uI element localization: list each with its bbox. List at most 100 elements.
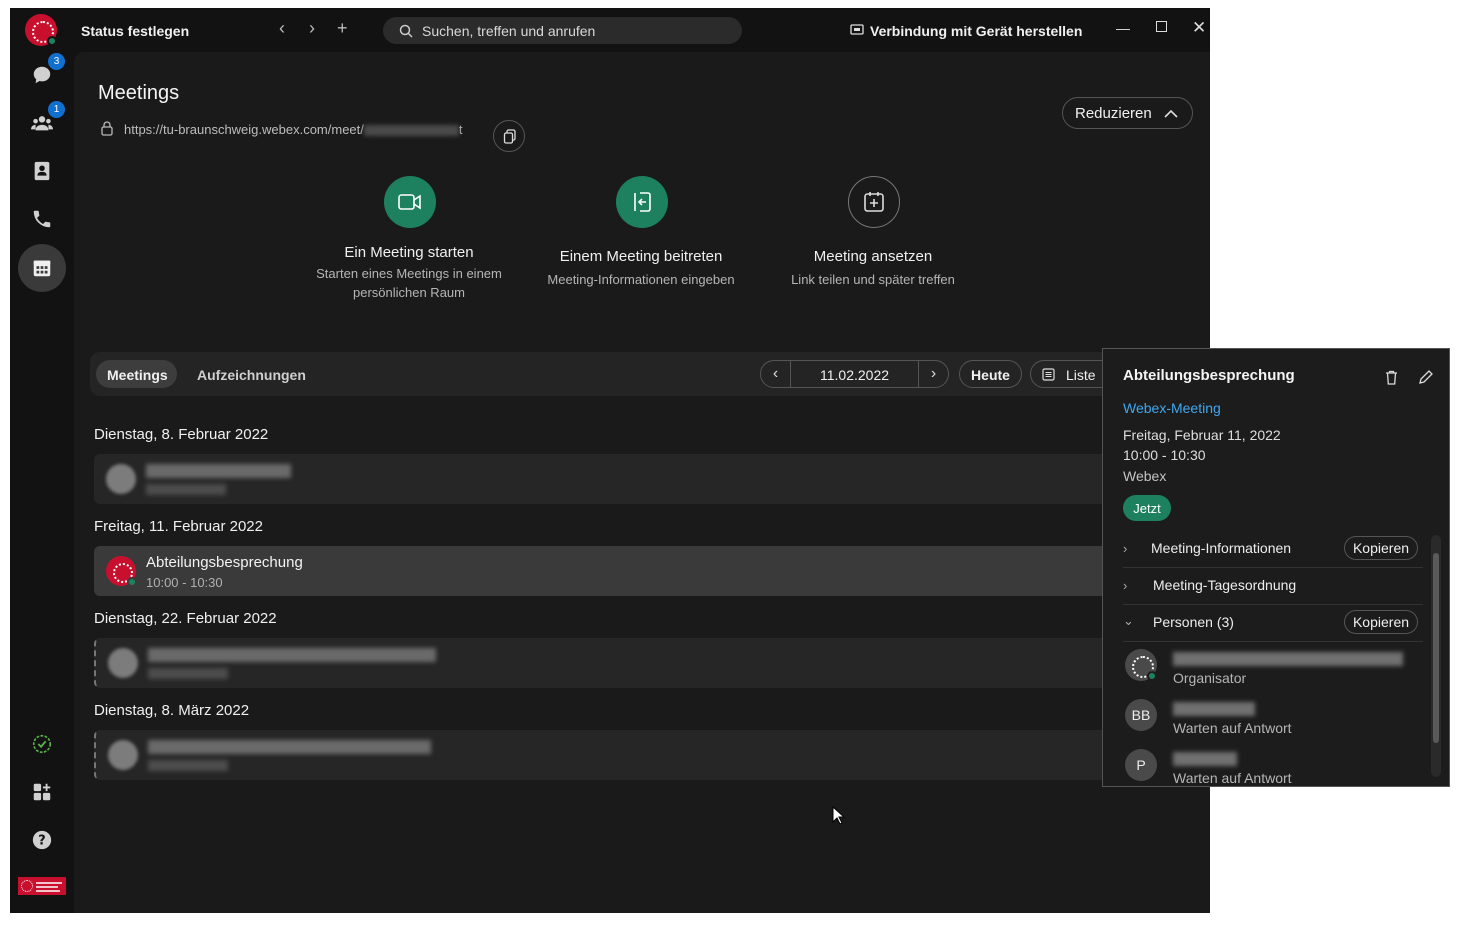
tab-meetings[interactable]: Meetings	[96, 360, 177, 388]
redacted-time	[146, 484, 226, 495]
meeting-row-selected[interactable]: Abteilungsbesprechung 10:00 - 10:30	[94, 546, 1124, 596]
back-arrow-icon[interactable]: ‹	[279, 18, 285, 39]
tab-recordings[interactable]: Aufzeichnungen	[197, 367, 306, 383]
meeting-location: Webex	[1123, 468, 1167, 484]
redacted-title	[148, 648, 436, 662]
copy-icon	[503, 129, 516, 144]
profile-avatar[interactable]	[25, 14, 57, 46]
section-people[interactable]: ⌄ Personen (3) Kopieren	[1123, 605, 1423, 642]
current-date[interactable]: 11.02.2022	[791, 367, 918, 383]
person-role: Warten auf Antwort	[1173, 770, 1292, 786]
contacts-icon	[34, 161, 50, 181]
schedule-meeting-button[interactable]	[848, 176, 900, 228]
popover-scrollbar[interactable]	[1431, 535, 1441, 777]
chevron-up-icon	[1164, 109, 1178, 118]
online-indicator	[1147, 671, 1157, 681]
meetings-nav[interactable]	[18, 244, 66, 292]
join-arrow-icon	[634, 192, 651, 212]
meeting-row[interactable]	[94, 638, 1124, 688]
avatar	[106, 464, 136, 494]
device-icon	[850, 24, 864, 35]
redacted-text	[363, 125, 459, 137]
connect-device-button[interactable]: Verbindung mit Gerät herstellen	[870, 23, 1082, 39]
meeting-title: Abteilungsbesprechung	[146, 554, 303, 571]
schedule-meeting-subtitle: Link teilen und später treffen	[791, 272, 955, 287]
minimize-icon[interactable]: —	[1116, 20, 1130, 36]
teams-badge: 1	[48, 101, 65, 118]
person-item[interactable]: Organisator	[1123, 649, 1423, 695]
plus-icon[interactable]: +	[337, 18, 348, 39]
status-label[interactable]: Status festlegen	[81, 23, 189, 39]
day-heading: Freitag, 11. Februar 2022	[94, 518, 263, 535]
redacted-time	[148, 668, 228, 679]
meeting-row[interactable]	[94, 730, 1124, 780]
copy-info-button[interactable]: Kopieren	[1344, 536, 1418, 560]
status-nav[interactable]	[18, 720, 66, 768]
university-logo	[18, 877, 66, 895]
title-bar: Status festlegen ‹ › + Suchen, treffen u…	[74, 8, 1210, 52]
person-item[interactable]: P Warten auf Antwort	[1123, 749, 1423, 786]
personal-room-url: https://tu-braunschweig.webex.com/meet/t	[124, 122, 463, 137]
chevron-right-icon: ›	[1123, 578, 1128, 593]
schedule-meeting-action[interactable]: Meeting ansetzen Link teilen und später …	[768, 176, 978, 306]
mouse-cursor-icon	[832, 806, 844, 825]
meeting-date: Freitag, Februar 11, 2022	[1123, 427, 1281, 443]
person-role: Warten auf Antwort	[1173, 720, 1292, 736]
delete-icon[interactable]	[1385, 370, 1398, 385]
start-meeting-subtitle: Starten eines Meetings in einem persönli…	[316, 266, 502, 300]
copy-people-button[interactable]: Kopieren	[1344, 610, 1418, 634]
close-icon[interactable]: ✕	[1192, 18, 1206, 38]
meeting-time: 10:00 - 10:30	[1123, 447, 1206, 463]
start-meeting-button[interactable]	[384, 176, 436, 228]
join-meeting-action[interactable]: Einem Meeting beitreten Meeting-Informat…	[536, 176, 746, 306]
online-indicator	[127, 577, 137, 587]
search-icon	[399, 24, 413, 38]
meeting-row[interactable]	[94, 454, 1124, 504]
page-title: Meetings	[98, 82, 180, 104]
calls-nav[interactable]	[18, 195, 66, 243]
section-meeting-info[interactable]: › Meeting-Informationen Kopieren	[1123, 531, 1423, 568]
redacted-name	[1173, 752, 1237, 766]
section-agenda[interactable]: › Meeting-Tagesordnung	[1123, 568, 1423, 605]
edit-icon[interactable]	[1418, 370, 1433, 385]
webex-window: 3 1 ? Status festlegen ‹ › + Suchen, tre…	[10, 8, 1210, 913]
forward-arrow-icon[interactable]: ›	[309, 18, 315, 39]
next-date-icon[interactable]: ›	[918, 361, 948, 387]
date-navigator: ‹ 11.02.2022 ›	[760, 360, 949, 388]
redacted-title	[146, 464, 291, 478]
join-now-button[interactable]: Jetzt	[1123, 495, 1171, 521]
join-meeting-button[interactable]	[616, 176, 668, 228]
redacted-time	[148, 760, 228, 771]
maximize-icon[interactable]	[1156, 19, 1167, 35]
check-badge-icon	[32, 734, 52, 754]
search-placeholder: Suchen, treffen und anrufen	[422, 23, 596, 39]
scrollbar-thumb[interactable]	[1433, 553, 1439, 743]
copy-url-button[interactable]	[493, 120, 525, 152]
chevron-down-icon: ⌄	[1123, 613, 1134, 628]
avatar: BB	[1125, 699, 1157, 731]
apps-nav[interactable]	[18, 768, 66, 816]
teams-nav[interactable]: 1	[18, 99, 66, 147]
help-nav[interactable]: ?	[18, 816, 66, 864]
person-item[interactable]: BB Warten auf Antwort	[1123, 699, 1423, 745]
list-icon	[1042, 368, 1055, 381]
person-role: Organisator	[1173, 670, 1247, 686]
day-heading: Dienstag, 22. Februar 2022	[94, 610, 277, 627]
avatar	[108, 740, 138, 770]
reduce-button[interactable]: Reduzieren	[1062, 97, 1193, 129]
messages-badge: 3	[48, 53, 65, 70]
join-meeting-subtitle: Meeting-Informationen eingeben	[547, 272, 735, 287]
webex-meeting-link[interactable]: Webex-Meeting	[1123, 400, 1221, 416]
day-heading: Dienstag, 8. Februar 2022	[94, 426, 269, 443]
today-button[interactable]: Heute	[959, 360, 1022, 388]
search-bar[interactable]: Suchen, treffen und anrufen	[383, 17, 742, 44]
video-camera-icon	[398, 194, 421, 210]
redacted-name	[1173, 652, 1403, 666]
messages-nav[interactable]: 3	[18, 51, 66, 99]
navigation-rail: 3 1 ?	[10, 8, 74, 913]
lock-icon	[101, 121, 113, 136]
start-meeting-action[interactable]: Ein Meeting starten Starten eines Meetin…	[304, 176, 514, 306]
chevron-right-icon: ›	[1123, 541, 1128, 556]
contacts-nav[interactable]	[18, 147, 66, 195]
previous-date-icon[interactable]: ‹	[761, 361, 791, 387]
